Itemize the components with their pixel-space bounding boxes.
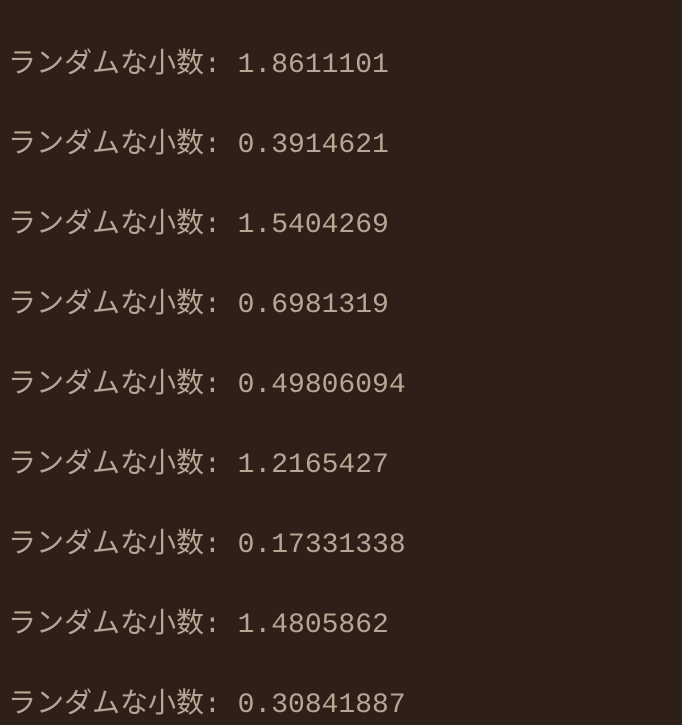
- line-label: ランダムな小数:: [8, 290, 238, 321]
- line-value: 1.2165427: [238, 450, 389, 481]
- line-label: ランダムな小数:: [8, 370, 238, 401]
- line-label: ランダムな小数:: [8, 530, 238, 561]
- console-line: ランダムな小数: 1.8611101: [8, 46, 674, 86]
- line-value: 0.17331338: [238, 530, 406, 561]
- console-line: ランダムな小数: 1.5404269: [8, 206, 674, 246]
- console-line: ランダムな小数: 0.30841887: [8, 686, 674, 725]
- console-line: ランダムな小数: 0.17331338: [8, 526, 674, 566]
- line-value: 1.4805862: [238, 610, 389, 641]
- console-line: ランダムな小数: 1.4805862: [8, 606, 674, 646]
- line-value: 1.8611101: [238, 50, 389, 81]
- line-label: ランダムな小数:: [8, 50, 238, 81]
- console-line: ランダムな小数: 0.6981319: [8, 286, 674, 326]
- line-value: 0.6981319: [238, 290, 389, 321]
- line-value: 1.5404269: [238, 210, 389, 241]
- line-label: ランダムな小数:: [8, 130, 238, 161]
- line-label: ランダムな小数:: [8, 690, 238, 721]
- line-value: 0.3914621: [238, 130, 389, 161]
- console-line: ランダムな小数: 0.3914621: [8, 126, 674, 166]
- line-label: ランダムな小数:: [8, 210, 238, 241]
- console-line: ランダムな小数: 0.49806094: [8, 366, 674, 406]
- line-label: ランダムな小数:: [8, 450, 238, 481]
- line-value: 0.30841887: [238, 690, 406, 721]
- line-value: 0.49806094: [238, 370, 406, 401]
- line-label: ランダムな小数:: [8, 610, 238, 641]
- console-line: ランダムな小数: 1.2165427: [8, 446, 674, 486]
- console-output: ランダムな小数: 1.8611101 ランダムな小数: 0.3914621 ラン…: [0, 0, 682, 725]
